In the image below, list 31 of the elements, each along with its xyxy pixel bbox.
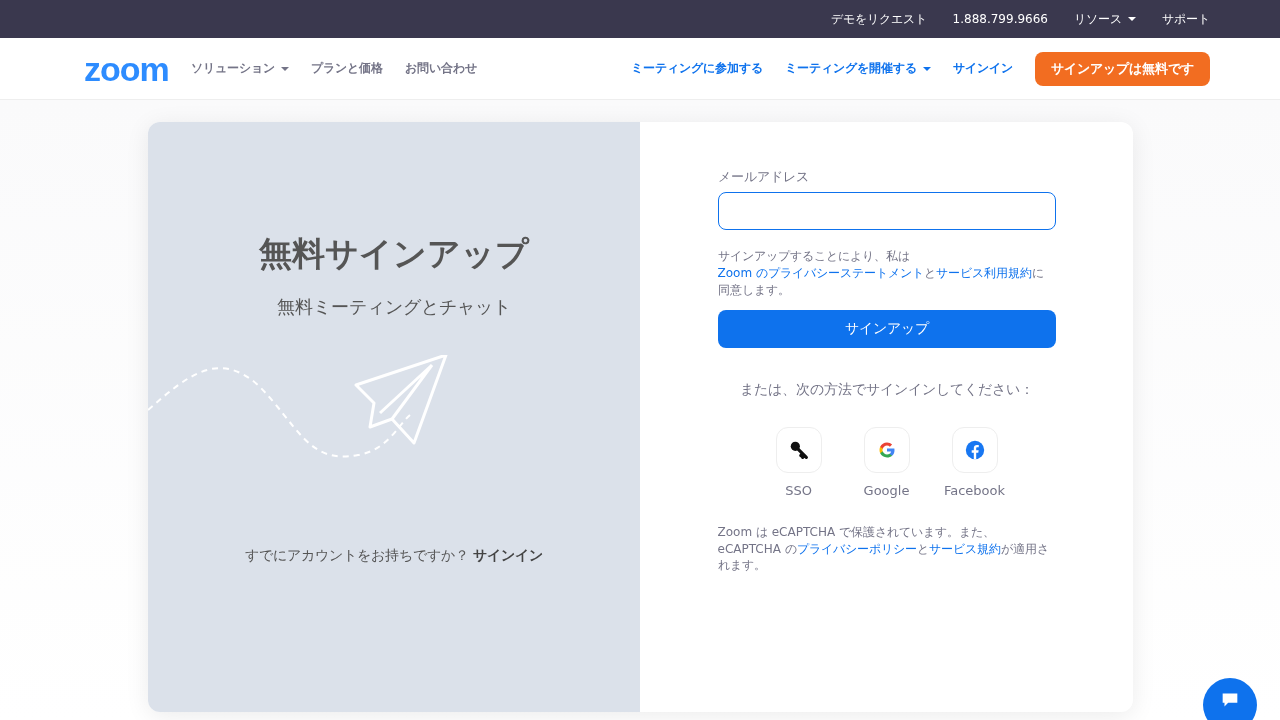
nav-link[interactable]: お問い合わせ (404, 60, 477, 77)
nav-link[interactable]: ソリューション (190, 60, 289, 77)
alt-signin-prompt: または、次の方法でサインインしてください： (738, 380, 1035, 400)
signup-free-button[interactable]: サインアップは無料です (1035, 51, 1210, 86)
facebook-icon (963, 438, 986, 461)
provider-label: Facebook (943, 482, 1006, 498)
zoom-logo[interactable]: zoom (84, 51, 169, 86)
nav-link[interactable]: ミーティングを開催する (785, 60, 931, 77)
top-bar-link[interactable]: リソース (1074, 10, 1136, 28)
captcha-link[interactable]: プライバシーポリシー (796, 541, 917, 556)
signin-link[interactable]: サインイン (473, 547, 544, 563)
nav-link[interactable]: プランと価格 (310, 60, 383, 77)
provider-label: Google (863, 482, 910, 498)
promo-title: 無料サインアップ (259, 233, 529, 275)
provider-button[interactable] (775, 426, 822, 473)
captcha-notice: Zoom は eCAPTCHA で保護されています。また、eCAPTCHA のプライバシーポリシー とサービス規約が適用されます。 (717, 523, 1050, 575)
consent-link[interactable]: サービス利用規約 (935, 265, 1032, 280)
provider-label: SSO (785, 482, 812, 498)
top-bar-link[interactable]: 1.888.799.9666 (952, 12, 1048, 26)
consent-text: サインアップすることにより、私は Zoom のプライバシーステートメント とサービス利用規約に同意します。 (717, 248, 1045, 299)
top-bar-link[interactable]: デモをリクエスト (830, 10, 927, 28)
signup-button[interactable]: サインアップ (717, 310, 1056, 349)
email-field[interactable] (717, 192, 1056, 230)
top-bar-link[interactable]: サポート (1162, 10, 1210, 28)
nav-link[interactable]: ミーティングに参加する (631, 60, 763, 77)
promo-subtitle: 無料ミーティングとチャット (277, 295, 511, 319)
consent-link[interactable]: Zoom のプライバシーステートメント (717, 265, 924, 280)
account-prompt: すでにアカウントをお持ちですか？ サインイン (244, 547, 544, 565)
captcha-link[interactable]: サービス規約 (928, 541, 1001, 556)
nav-link[interactable]: サインイン (953, 60, 1013, 77)
email-label: メールアドレス (717, 168, 810, 186)
